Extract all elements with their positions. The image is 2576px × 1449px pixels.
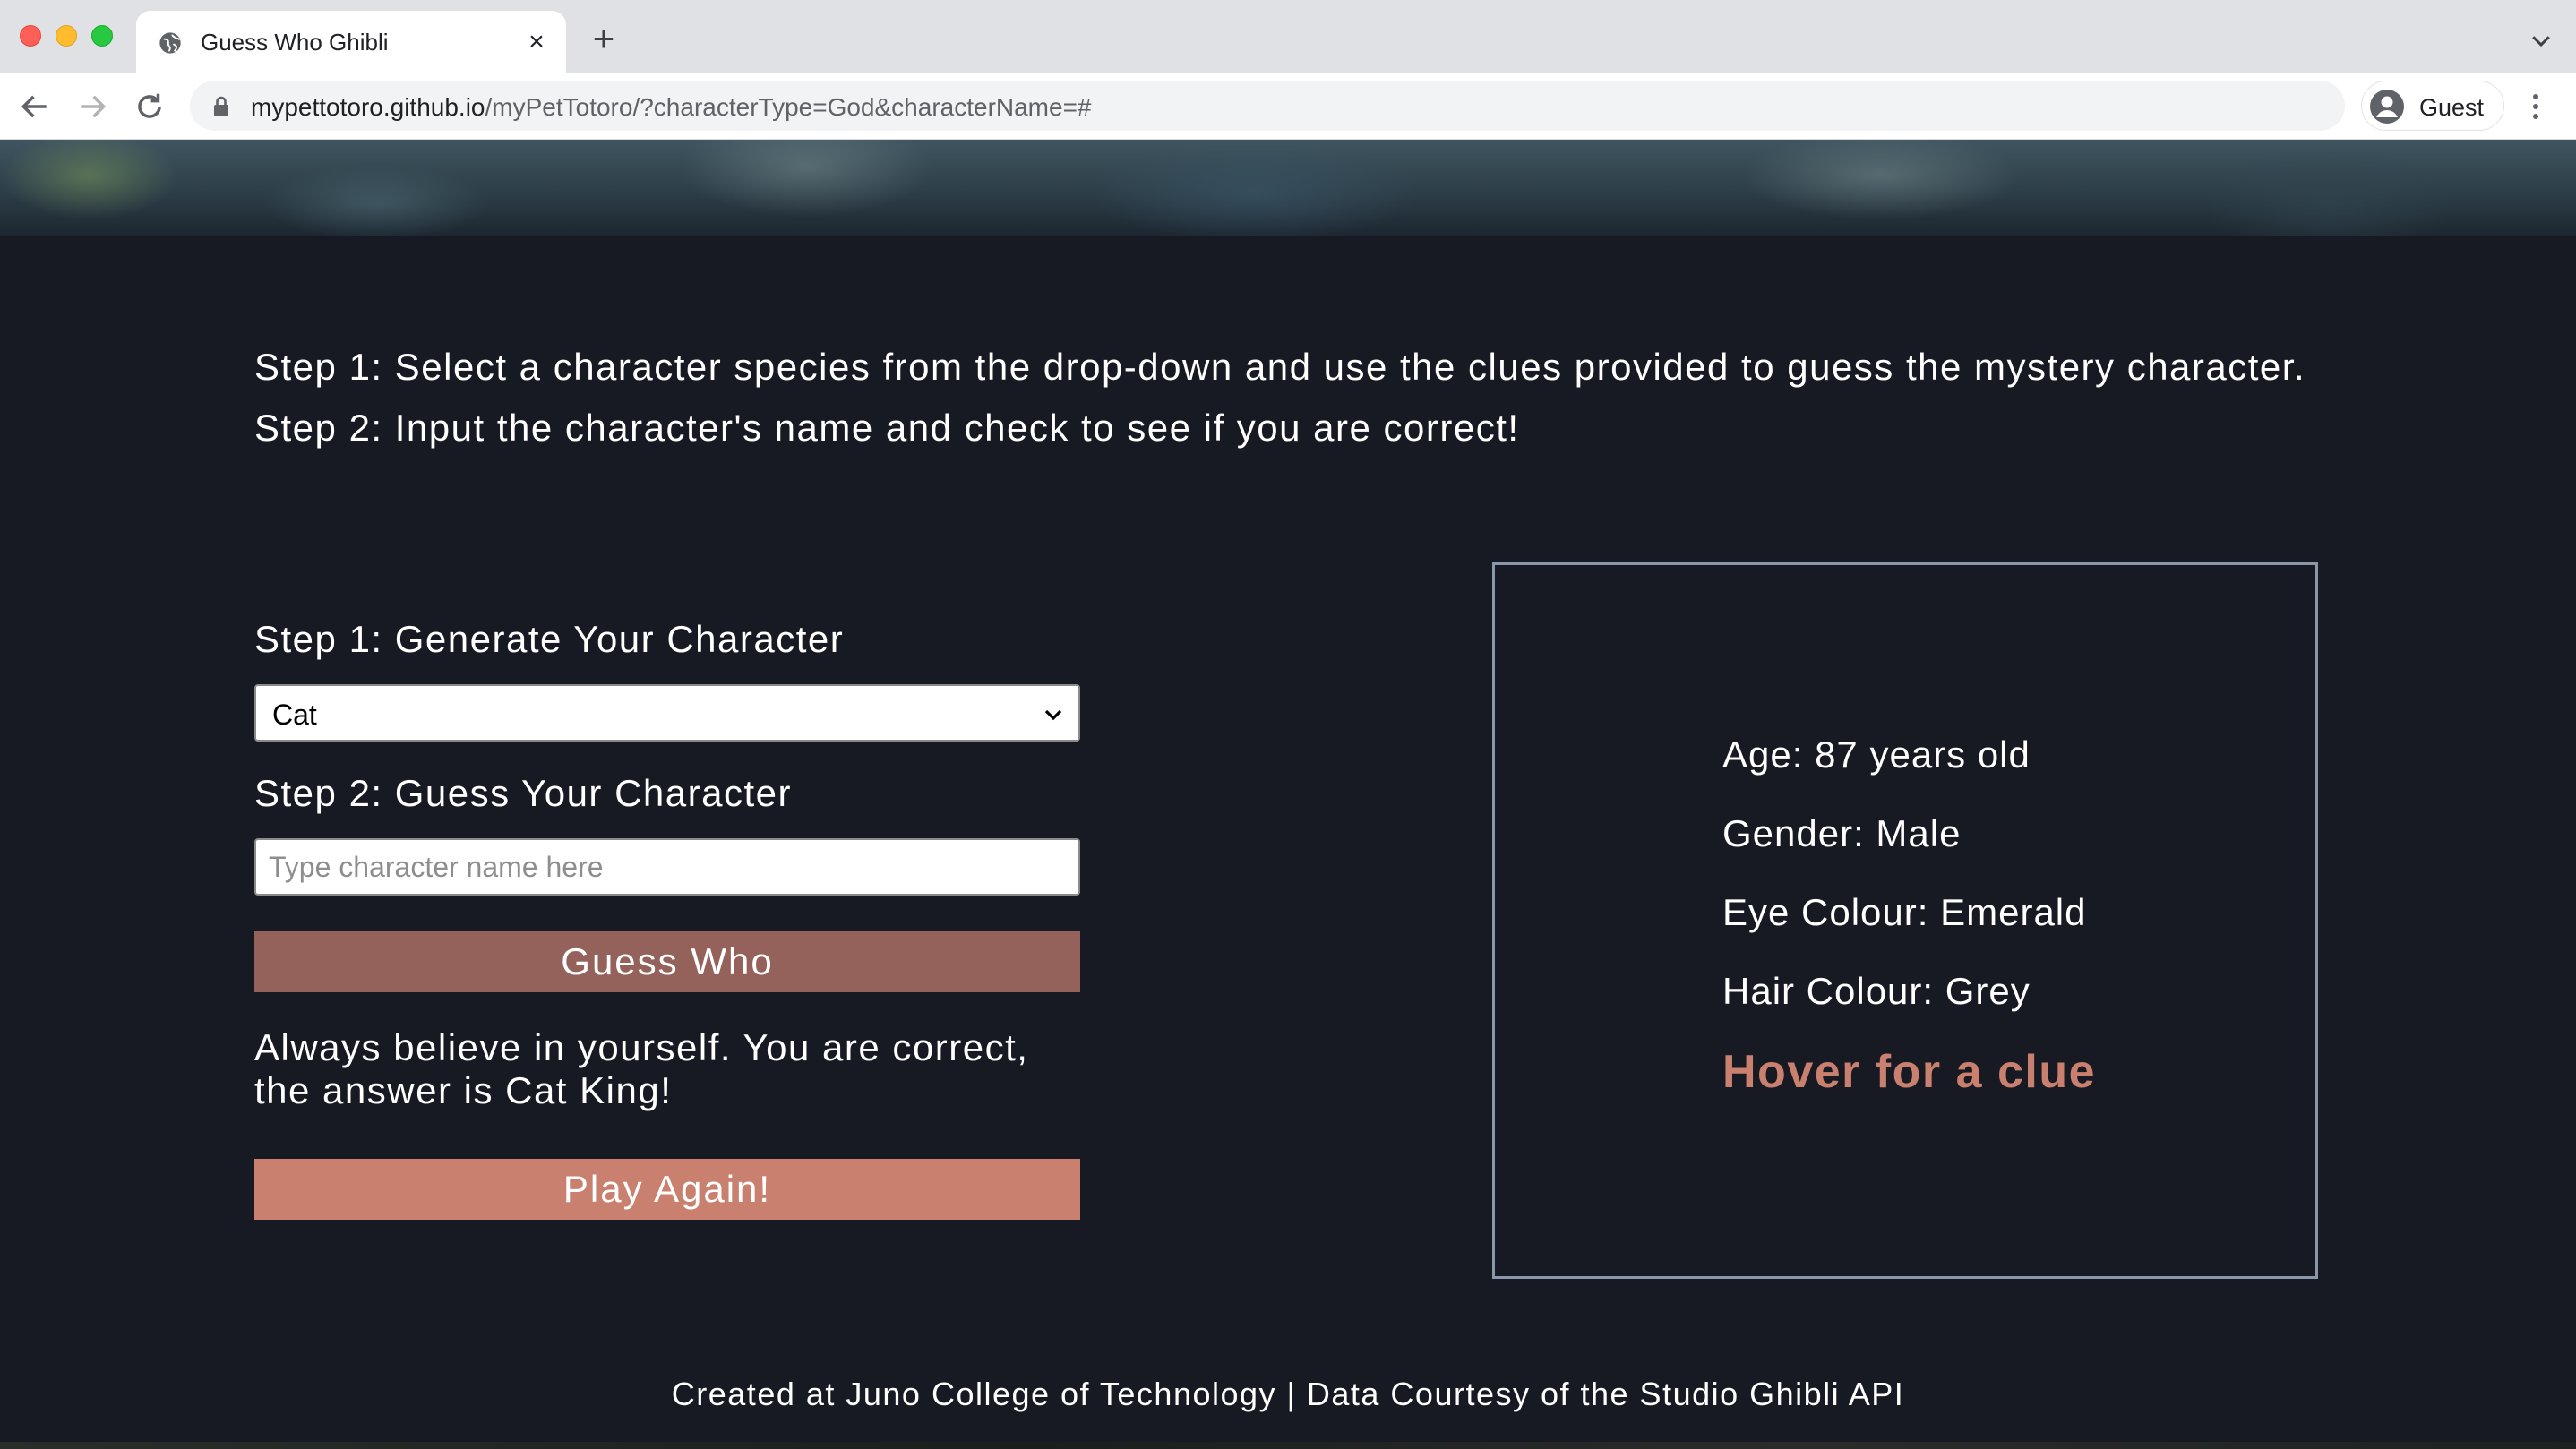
url-text[interactable]: mypettotoro.github.io/myPetTotoro/?chara… — [251, 93, 1092, 122]
clue-hair-colour: Hair Colour: Grey — [1722, 970, 2031, 1012]
page-content: Step 1: Select a character species from … — [0, 140, 2576, 1449]
instructions: Step 1: Select a character species from … — [254, 337, 2404, 459]
hover-clue-prompt[interactable]: Hover for a clue — [1722, 1045, 2096, 1099]
browser-tab-active[interactable]: Guess Who Ghibli × — [136, 11, 566, 73]
result-message: Always believe in yourself. You are corr… — [254, 1026, 1029, 1111]
clue-age: Age: 87 years old — [1722, 733, 2031, 776]
step2-heading: Step 2: Guess Your Character — [254, 772, 792, 814]
footer-credits: Created at Juno College of Technology | … — [671, 1376, 1905, 1412]
tab-title: Guess Who Ghibli — [201, 29, 389, 56]
guess-who-button[interactable]: Guess Who — [254, 931, 1080, 992]
new-tab-icon[interactable]: + — [588, 20, 620, 57]
globe-icon — [159, 32, 181, 54]
url-path: /myPetTotoro/?characterType=God&characte… — [485, 93, 1092, 121]
lock-icon[interactable] — [211, 95, 231, 118]
instruction-line-1: Step 1: Select a character species from … — [254, 346, 2306, 388]
chevron-down-icon — [1044, 709, 1062, 721]
tab-close-icon[interactable]: × — [523, 29, 550, 56]
character-name-input[interactable] — [254, 838, 1080, 896]
clue-eye-colour: Eye Colour: Emerald — [1722, 891, 2087, 933]
species-select[interactable]: Cat — [254, 684, 1080, 742]
window-zoom-button[interactable] — [91, 25, 113, 47]
profile-label: Guest — [2419, 94, 2485, 121]
back-arrow-icon[interactable] — [18, 90, 52, 124]
profile-button[interactable]: Guest — [2361, 81, 2504, 131]
tab-search-chevron-icon[interactable] — [2528, 27, 2555, 54]
play-again-button[interactable]: Play Again! — [254, 1159, 1080, 1220]
address-bar[interactable]: mypettotoro.github.io/myPetTotoro/?chara… — [190, 81, 2345, 131]
avatar-icon — [2370, 90, 2404, 124]
window-minimize-button[interactable] — [56, 25, 77, 47]
browser-tab-strip: Guess Who Ghibli × + — [0, 0, 2576, 73]
url-host: mypettotoro.github.io — [251, 93, 485, 121]
footer-background-image — [0, 1442, 2576, 1449]
instruction-line-2: Step 2: Input the character's name and c… — [254, 407, 1520, 449]
hero-background-image — [0, 140, 2576, 236]
more-menu-icon[interactable] — [2522, 90, 2549, 124]
forward-arrow-icon[interactable] — [75, 90, 109, 124]
clue-gender: Gender: Male — [1722, 812, 1962, 854]
clue-card[interactable]: Age: 87 years old Gender: Male Eye Colou… — [1492, 562, 2318, 1279]
species-selected-value: Cat — [272, 699, 317, 731]
reload-icon[interactable] — [133, 90, 167, 124]
window-close-button[interactable] — [20, 25, 41, 47]
browser-toolbar: mypettotoro.github.io/myPetTotoro/?chara… — [0, 73, 2576, 140]
step1-heading: Step 1: Generate Your Character — [254, 618, 845, 660]
